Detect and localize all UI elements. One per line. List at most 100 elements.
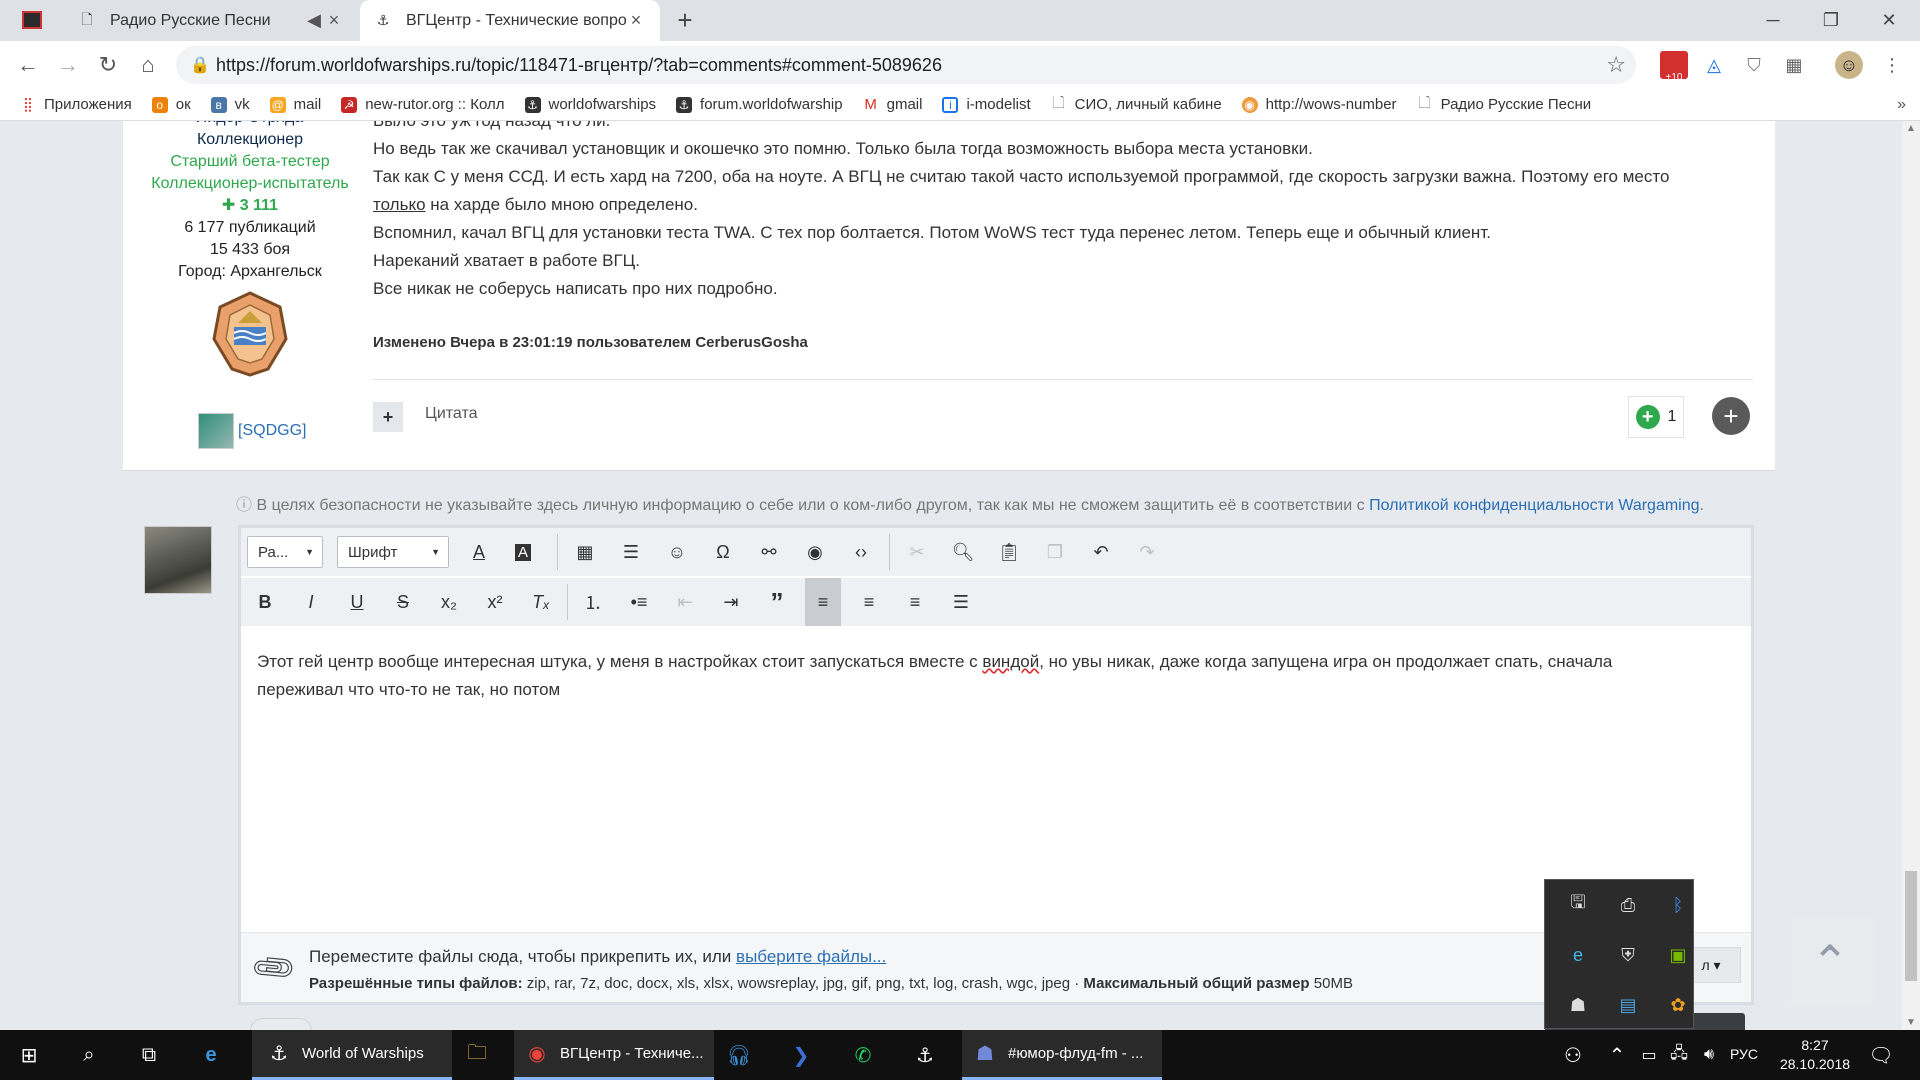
horizontal-line-icon[interactable]: ☰ [613,534,649,570]
taskbar-item-wows[interactable]: ⚓ World of Warships [252,1030,452,1080]
code-icon[interactable]: ‹› [843,534,879,570]
bookmark-wows-numbers[interactable]: ◉ http://wows-number [1241,96,1397,113]
tray-expand-icon[interactable]: ⌃ [1602,1040,1632,1070]
scroll-down-icon[interactable]: ▼ [1906,1017,1916,1028]
strikethrough-icon[interactable]: S [385,584,421,620]
tab-radio[interactable]: 🗋 Радио Русские Песни ◀︎ × [64,0,358,41]
bookmark-radio[interactable]: 🗋 Радио Русские Песни [1417,96,1592,113]
usb-icon[interactable]: 🖫 [1563,890,1593,920]
italic-icon[interactable]: I [293,584,329,620]
menu-icon[interactable]: ⋮ [1878,51,1906,79]
lock-icon[interactable]: 🔒 [190,55,210,75]
system-clock[interactable]: 8:27 28.10.2018 [1770,1036,1860,1074]
close-tab-icon[interactable]: × [626,10,646,31]
quote-button[interactable]: Цитата [425,405,478,423]
notify-toggle[interactable] [250,1018,312,1030]
file-explorer-icon[interactable]: 🗀 [462,1040,492,1070]
address-bar[interactable]: 🔒 https://forum.worldofwarships.ru/topic… [176,46,1636,84]
outdent-icon[interactable]: ⇤ [667,584,703,620]
bookmark-gmail[interactable]: Mgmail [863,96,922,113]
link-icon[interactable]: ⚯ [751,534,787,570]
bullet-list-icon[interactable]: •≡ [621,584,657,620]
home-icon[interactable]: ⌂ [132,49,164,81]
bookmark-worldofwarships[interactable]: ⚓ worldofwarships [524,96,656,113]
reload-icon[interactable]: ↻ [92,49,124,81]
bookmark-forum[interactable]: ⚓ forum.worldofwarship [676,96,843,113]
bookmark-sio[interactable]: 🗋 СИО, личный кабине [1051,96,1222,113]
undo-icon[interactable]: ↶ [1083,534,1119,570]
flower-app-icon[interactable]: ✿ [1663,990,1693,1020]
nvidia-icon[interactable]: ▣ [1663,940,1693,970]
extension-grid-icon[interactable]: ▦ [1780,51,1808,79]
superscript-icon[interactable]: x² [477,584,513,620]
align-right-icon[interactable]: ≡ [897,584,933,620]
add-reaction-button[interactable]: + [1712,397,1750,435]
emoji-icon[interactable]: ☺ [659,534,695,570]
underline-icon[interactable]: U [339,584,375,620]
taskbar-item-discord[interactable]: ☗ #юмор-флуд-fm - ... [962,1030,1162,1080]
minimize-icon[interactable]: ─ [1744,0,1802,41]
teamspeak-icon[interactable]: 🎧︎ [724,1040,754,1070]
search-icon[interactable]: ⌕ [74,1040,104,1070]
printer-icon[interactable]: ⎙ [1613,890,1643,920]
discord-tray-icon[interactable]: ☗ [1563,990,1593,1020]
text-color-icon[interactable]: A [461,534,497,570]
notifications-icon[interactable]: 🗨︎ [1866,1040,1896,1070]
bookmark-ok[interactable]: о ок [151,96,191,113]
wgc-icon[interactable]: ⚓ [910,1040,940,1070]
profile-avatar[interactable]: ☺ [1835,51,1863,79]
start-icon[interactable]: ⊞ [14,1040,44,1070]
extension-shield-icon[interactable]: ⛉ [1740,51,1768,79]
align-left-icon[interactable]: ≡ [805,578,841,626]
battery-icon[interactable]: ▭ [1634,1040,1664,1070]
close-tab-icon[interactable]: × [324,10,344,31]
cut-icon[interactable]: ✂ [899,534,935,570]
extension-news-icon[interactable]: +10 [1660,51,1688,83]
bookmark-vk[interactable]: в vk [210,96,250,113]
volume-icon[interactable]: 🔊︎ [1694,1040,1724,1070]
bookmarks-overflow-icon[interactable]: » [1897,96,1906,114]
network-icon[interactable]: 🖧 [1664,1040,1694,1070]
blockquote-icon[interactable]: ” [759,584,795,620]
format-select[interactable]: Ра... ▼ [247,536,323,568]
align-justify-icon[interactable]: ☰ [943,584,979,620]
align-center-icon[interactable]: ≡ [851,584,887,620]
edge-icon[interactable]: e [196,1040,226,1070]
multiquote-button[interactable]: + [373,402,403,432]
subscript-icon[interactable]: x₂ [431,584,467,620]
bookmark-rutor[interactable]: ☭ new-rutor.org :: Колл [341,96,505,113]
bookmark-star-icon[interactable]: ☆ [1606,52,1626,78]
back-icon[interactable]: ← [12,49,44,81]
choose-files-link[interactable]: выберите файлы... [736,947,886,966]
defender-icon[interactable]: ⛨ [1613,940,1643,970]
bookmark-apps[interactable]: ⣿ Приложения [20,96,132,113]
close-window-icon[interactable]: ✕ [1860,0,1918,41]
editor-text-area[interactable]: Этот гей центр вообще интересная штука, … [257,648,1737,704]
reputation-counter[interactable]: + 1 [1628,396,1684,438]
people-icon[interactable]: ⚇ [1558,1040,1588,1070]
task-view-icon[interactable]: ⧉ [134,1040,164,1070]
restore-icon[interactable]: ❐ [1802,0,1860,41]
table-icon[interactable]: ▦ [567,534,603,570]
bookmark-mail[interactable]: @ mail [269,96,321,113]
copy-icon[interactable]: ❐ [1037,534,1073,570]
find-icon[interactable]: 🔍︎ [945,534,981,570]
indent-icon[interactable]: ⇥ [713,584,749,620]
privacy-policy-link[interactable]: Политикой конфиденциальности Wargaming [1369,497,1699,514]
extension-drive-icon[interactable]: ◬ [1700,51,1728,79]
powershell-icon[interactable]: ❯ [786,1040,816,1070]
misspelled-word[interactable]: виндой [982,652,1039,671]
paste-icon[interactable]: 📋︎ [991,534,1027,570]
scroll-up-icon[interactable]: ▲ [1906,123,1916,134]
bookmark-imodelist[interactable]: i i-modelist [942,96,1031,113]
scrollbar-thumb[interactable] [1905,871,1917,981]
network-tray-icon[interactable]: ▤ [1613,990,1643,1020]
scroll-to-top-icon[interactable]: ⌃ [1786,918,1874,1006]
edge-update-icon[interactable]: e [1563,940,1593,970]
redo-icon[interactable]: ↷ [1129,534,1165,570]
forward-icon[interactable]: → [52,49,84,81]
page-scrollbar[interactable]: ▲ ▼ [1902,121,1920,1030]
bold-icon[interactable]: B [247,584,283,620]
remove-format-icon[interactable]: Tₓ [523,584,559,620]
special-char-icon[interactable]: Ω [705,534,741,570]
